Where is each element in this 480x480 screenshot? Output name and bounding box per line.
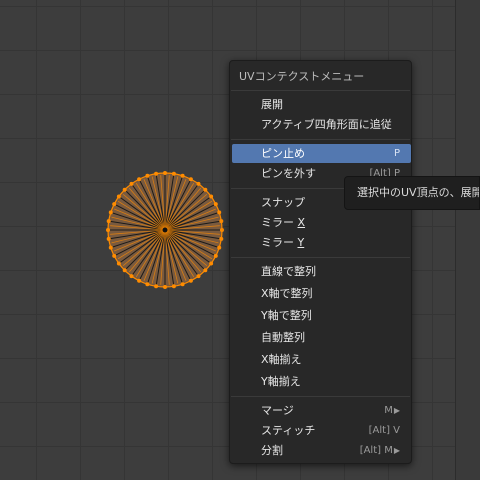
uv-vertex — [112, 253, 117, 258]
menu-item-align-x[interactable]: X軸で整列 — [232, 284, 411, 303]
uv-vertex — [154, 284, 159, 289]
uv-vertex — [106, 228, 110, 232]
uv-vertex — [163, 285, 167, 289]
shortcut-label: P — [393, 148, 400, 159]
menu-item-align-y[interactable]: Y軸で整列 — [232, 306, 411, 325]
uv-vertex — [203, 268, 208, 273]
uv-vertex — [137, 278, 142, 283]
uv-vertex — [108, 245, 113, 250]
uv-mesh-circle[interactable] — [100, 165, 230, 295]
uv-vertex — [116, 261, 121, 266]
uv-vertex — [137, 177, 142, 182]
uv-vertex — [122, 268, 127, 273]
uv-vertex — [188, 177, 193, 182]
shortcut-label: M▶ — [384, 405, 400, 416]
submenu-arrow-icon: ▶ — [393, 446, 400, 455]
menu-title: UVコンテクストメニュー — [239, 70, 365, 83]
uv-vertex — [154, 171, 159, 176]
uv-vertex — [219, 236, 224, 241]
menu-item-align-auto[interactable]: 自動整列 — [232, 328, 411, 347]
uv-vertex — [129, 181, 134, 186]
uv-vertex — [106, 219, 111, 224]
menu-item-unwrap[interactable]: 展開 — [232, 95, 411, 114]
sidebar-panel-edge — [455, 0, 480, 480]
uv-vertex — [203, 187, 208, 192]
menu-separator — [231, 257, 410, 258]
uv-vertex — [180, 173, 185, 178]
uv-vertex — [180, 282, 185, 287]
uv-vertex — [129, 274, 134, 279]
menu-item-align-y-axis[interactable]: Y軸揃え — [232, 372, 411, 391]
uv-center-vertex — [162, 227, 168, 233]
uv-vertex — [209, 261, 214, 266]
menu-item-mirror-y[interactable]: ミラー Y — [232, 233, 411, 252]
uv-vertex — [171, 284, 176, 289]
menu-item-stitch[interactable]: スティッチ [Alt] V — [232, 421, 411, 440]
menu-item-follow-active-quads[interactable]: アクティブ四角形面に追従 — [232, 115, 411, 134]
shortcut-label: [Alt] M▶ — [359, 445, 400, 456]
submenu-arrow-icon: ▶ — [393, 406, 400, 415]
uv-vertex — [217, 245, 222, 250]
uv-vertex — [106, 236, 111, 241]
menu-item-mirror-x[interactable]: ミラー X — [232, 213, 411, 232]
uv-context-menu: UVコンテクストメニュー 展開 アクティブ四角形面に追従 ピン止め P ピンを外… — [229, 60, 412, 464]
uv-vertex — [163, 171, 167, 175]
menu-item-align-straighten[interactable]: 直線で整列 — [232, 262, 411, 281]
uv-vertex — [171, 171, 176, 176]
menu-item-align-x-axis[interactable]: X軸揃え — [232, 350, 411, 369]
shortcut-label: [Alt] V — [368, 425, 400, 436]
uv-vertex — [220, 228, 224, 232]
menu-separator — [231, 90, 410, 91]
menu-item-merge[interactable]: マージ M▶ — [232, 401, 411, 420]
uv-vertex — [196, 274, 201, 279]
uv-vertex — [219, 219, 224, 224]
uv-vertex — [209, 194, 214, 199]
uv-vertex — [122, 187, 127, 192]
uv-vertex — [108, 210, 113, 215]
uv-vertex — [213, 253, 218, 258]
uv-vertex — [112, 202, 117, 207]
uv-vertex — [188, 278, 193, 283]
menu-item-pin[interactable]: ピン止め P — [232, 144, 411, 163]
uv-vertex — [145, 173, 150, 178]
menu-separator — [231, 139, 410, 140]
uv-vertex — [116, 194, 121, 199]
tooltip: 選択中のUV頂点の、展開 — [344, 176, 480, 210]
menu-separator — [231, 396, 410, 397]
uv-vertex — [145, 282, 150, 287]
uv-vertex — [196, 181, 201, 186]
menu-item-split[interactable]: 分割 [Alt] M▶ — [232, 441, 411, 460]
uv-vertex — [213, 202, 218, 207]
uv-vertex — [217, 210, 222, 215]
